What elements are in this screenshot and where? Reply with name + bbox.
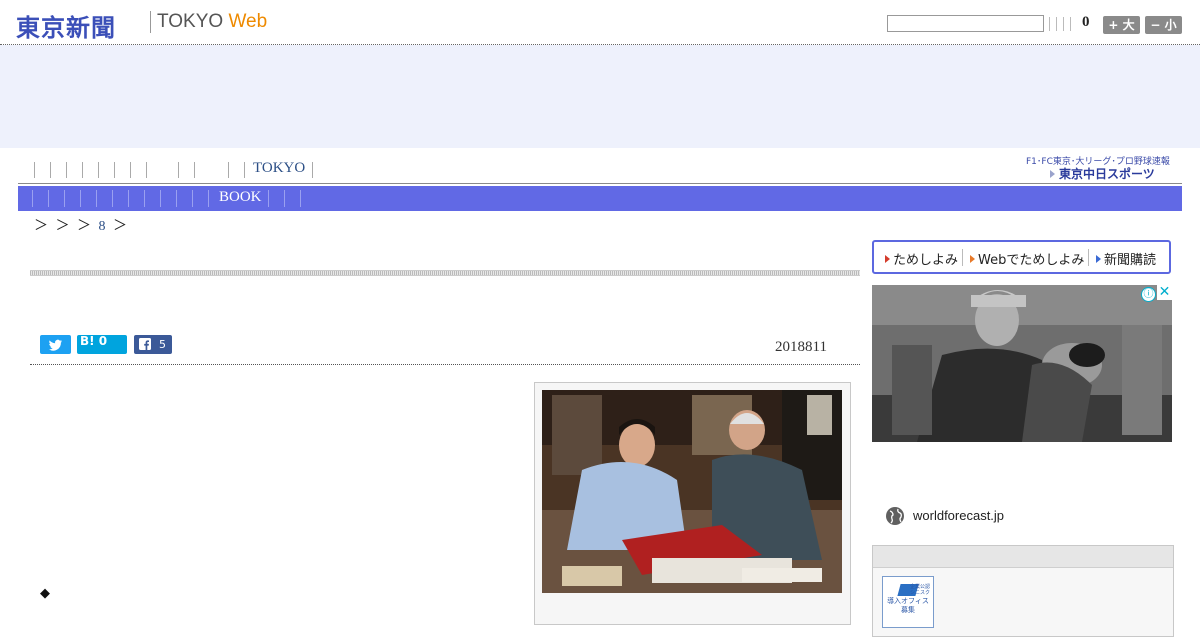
banner-line1: 導入オフィス [887,597,929,605]
breadcrumb-page-link[interactable]: 8 [99,219,106,234]
article-bullet: ◆ [40,586,50,601]
header-link-divider [1056,17,1057,31]
sidebar-ad[interactable] [872,285,1172,442]
category-divider [80,190,81,207]
twitter-share-button[interactable] [40,335,71,354]
globe-icon [886,507,904,525]
triangle-right-icon [970,255,975,263]
ad-close-icon[interactable]: ✕ [1157,285,1172,300]
category-divider [32,190,33,207]
category-divider [300,190,301,207]
logo-web-text: Web [228,11,268,32]
breadcrumb-suffix: ＞ [113,219,127,234]
header-link-divider [1063,17,1064,31]
tokyo-web-logo[interactable]: TOKYO Web [157,11,267,33]
category-divider [112,190,113,207]
top-ad-banner[interactable] [0,45,1200,148]
promo-link-web-trial[interactable]: Webでためしよみ [970,249,1084,268]
banner-text: 導入オフィス 募集 [883,597,933,615]
promo-link-trial[interactable]: ためしよみ [885,249,958,268]
hatena-bookmark-label: B! 0 [80,334,108,348]
nav-divider [130,162,131,178]
nav-divider [98,162,99,178]
promo-trial-label: ためしよみ [893,253,959,268]
banner-line2: 募集 [901,606,915,614]
search-input[interactable] [887,15,1044,32]
category-divider [268,190,269,207]
promo-divider [962,249,963,266]
ad-info-icon[interactable]: ⓘ [1141,287,1156,302]
chunichi-sports-link[interactable]: 東京中日スポーツ [1050,165,1155,182]
category-divider [192,190,193,207]
nav-divider [82,162,83,178]
category-divider [284,190,285,207]
promo-divider [1088,249,1089,266]
breadcrumb: ＞ ＞ ＞ 8 ＞ [34,215,127,235]
nav-divider [114,162,115,178]
category-divider [176,190,177,207]
nav-divider [244,162,245,178]
article-photo[interactable] [542,390,842,593]
article-title-rule [30,270,860,276]
category-divider [208,190,209,207]
category-divider [160,190,161,207]
hatena-bookmark-button[interactable]: B! 0 [77,334,127,354]
nav-divider [50,162,51,178]
facebook-share-button[interactable]: 5 [134,335,172,354]
banner-small-text: 企業公認 シニスク [909,584,930,596]
category-divider [96,190,97,207]
category-divider [48,190,49,207]
sidebar-box-header [873,546,1173,568]
nav-item-tokyo[interactable]: TOKYO [253,160,305,177]
nav-divider [66,162,67,178]
nav-divider [312,162,313,178]
nav-divider [228,162,229,178]
category-divider [64,190,65,207]
logo-tokyo-text: TOKYO [157,11,229,32]
logo-divider [150,11,151,33]
nav-divider [34,162,35,178]
header-link-divider [1070,17,1071,31]
twitter-bird-icon [49,339,62,351]
promo-subscribe-label: 新聞購読 [1104,253,1157,268]
ad-domain-link[interactable]: worldforecast.jp [913,508,1004,523]
chunichi-sports-label: 東京中日スポーツ [1059,167,1155,181]
nav-divider [178,162,179,178]
font-size-increase-button[interactable]: + 大 [1103,16,1140,34]
office-recruit-banner[interactable]: 企業公認 シニスク 導入オフィス 募集 [882,576,934,628]
triangle-right-icon [885,255,890,263]
font-size-indicator: 0 [1082,14,1090,30]
triangle-right-icon [1096,255,1101,263]
promo-web-trial-label: Webでためしよみ [978,253,1085,268]
category-item-book[interactable]: BOOK [219,189,262,206]
facebook-icon [139,338,151,350]
date-rule [30,364,860,366]
nav-divider [146,162,147,178]
nav-divider [194,162,195,178]
promo-link-subscribe[interactable]: 新聞購読 [1096,249,1156,268]
interview-photo-image [542,390,842,593]
arrow-right-icon [1050,170,1055,178]
header-link-divider [1049,17,1050,31]
tokyo-shimbun-logo[interactable]: 東京新聞 [16,8,116,43]
facebook-share-count: 5 [159,338,166,351]
nav-rule [18,183,1182,184]
font-size-decrease-button[interactable]: − 小 [1145,16,1182,34]
category-divider [144,190,145,207]
ad-photo-image [872,285,1172,442]
category-divider [128,190,129,207]
breadcrumb-prefix[interactable]: ＞ ＞ ＞ [34,219,91,234]
article-date: 2018811 [775,339,827,355]
